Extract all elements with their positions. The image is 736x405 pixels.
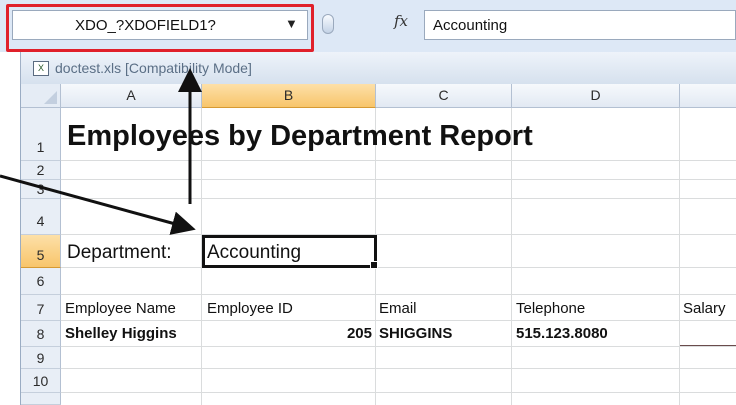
annotation-arrows: [0, 68, 202, 235]
arrow-to-active-cell: [0, 174, 196, 235]
